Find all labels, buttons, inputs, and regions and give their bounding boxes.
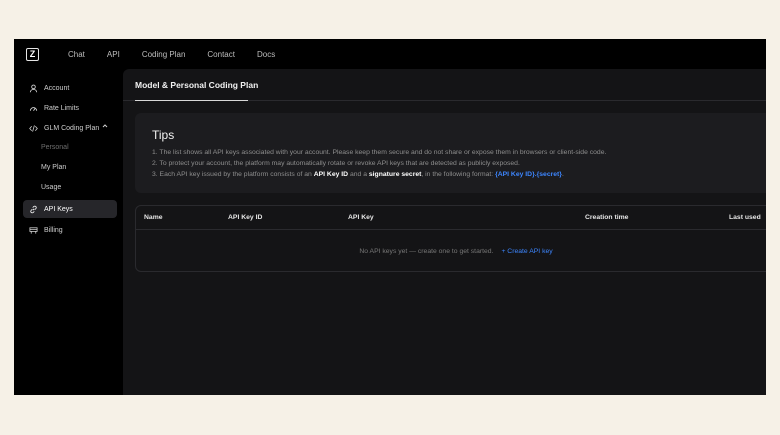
- app-window: Z Chat API Coding Plan Contact Docs Acco…: [14, 39, 766, 395]
- code-icon: [28, 123, 38, 133]
- tip-line-2: 2. To protect your account, the platform…: [152, 160, 520, 167]
- sidebar-item-label: Rate Limits: [44, 104, 80, 112]
- tips-title: Tips: [152, 128, 175, 142]
- active-tab-indicator: [135, 100, 248, 101]
- top-nav: Z Chat API Coding Plan Contact Docs: [14, 39, 766, 69]
- user-icon: [28, 83, 38, 93]
- sidebar-item-label: API Keys: [44, 205, 73, 213]
- nav-link-chat[interactable]: Chat: [68, 50, 85, 59]
- sidebar-item-account[interactable]: Account: [23, 79, 117, 97]
- chevron-up-icon[interactable]: [102, 123, 108, 131]
- nav-link-contact[interactable]: Contact: [207, 50, 235, 59]
- tip-text: .: [561, 171, 564, 178]
- nav-links: Chat API Coding Plan Contact Docs: [68, 39, 297, 69]
- tip-bold-signature-secret: signature secret: [368, 171, 422, 178]
- tab-model-personal-coding-plan[interactable]: Model & Personal Coding Plan: [135, 80, 258, 90]
- link-icon: [28, 204, 38, 214]
- sidebar-item-billing[interactable]: Billing: [23, 221, 117, 239]
- tips-panel: Tips 1. The list shows all API keys asso…: [135, 113, 766, 193]
- tip-text: 3. Each API key issued by the platform c…: [152, 171, 314, 178]
- sidebar: Account Rate Limits GLM Coding Plan Pers…: [14, 69, 123, 395]
- nav-link-docs[interactable]: Docs: [257, 50, 275, 59]
- tip-bold-api-key-id: API Key ID: [313, 171, 349, 178]
- column-header-last-used: Last used: [729, 214, 761, 221]
- tip-text: and a: [348, 171, 369, 178]
- main-panel: Model & Personal Coding Plan Tips 1. The…: [123, 69, 766, 395]
- empty-state: No API keys yet — create one to get star…: [136, 230, 766, 272]
- nav-link-coding-plan[interactable]: Coding Plan: [142, 50, 186, 59]
- tip-line-1: 1. The list shows all API keys associate…: [152, 149, 607, 156]
- column-header-creation-time: Creation time: [585, 214, 629, 221]
- billing-icon: [28, 225, 38, 235]
- sidebar-sub-usage[interactable]: Usage: [41, 184, 61, 191]
- sidebar-item-label: Account: [44, 84, 70, 92]
- api-keys-table: Name API Key ID API Key Creation time La…: [135, 205, 766, 272]
- sidebar-item-label: Billing: [44, 226, 63, 234]
- sidebar-item-rate-limits[interactable]: Rate Limits: [23, 99, 117, 117]
- sidebar-item-label: GLM Coding Plan: [44, 124, 100, 132]
- create-api-key-button[interactable]: + Create API key: [501, 248, 552, 255]
- column-header-api-key-id: API Key ID: [228, 214, 263, 221]
- tip-text: , in the following format:: [421, 171, 496, 178]
- sidebar-sub-my-plan[interactable]: My Plan: [41, 164, 66, 171]
- logo-icon[interactable]: Z: [26, 48, 39, 61]
- tip-format-code: {API Key ID}.{secret}: [495, 171, 562, 178]
- sidebar-sub-personal[interactable]: Personal: [41, 144, 69, 151]
- column-header-api-key: API Key: [348, 214, 374, 221]
- tip-line-3: 3. Each API key issued by the platform c…: [152, 171, 564, 178]
- table-header: Name API Key ID API Key Creation time La…: [136, 206, 766, 230]
- nav-link-api[interactable]: API: [107, 50, 120, 59]
- empty-state-text: No API keys yet — create one to get star…: [359, 247, 494, 255]
- gauge-icon: [28, 103, 38, 113]
- column-header-name: Name: [144, 214, 163, 221]
- sidebar-item-api-keys[interactable]: API Keys: [23, 200, 117, 218]
- sidebar-item-glm-coding-plan[interactable]: GLM Coding Plan: [23, 119, 117, 137]
